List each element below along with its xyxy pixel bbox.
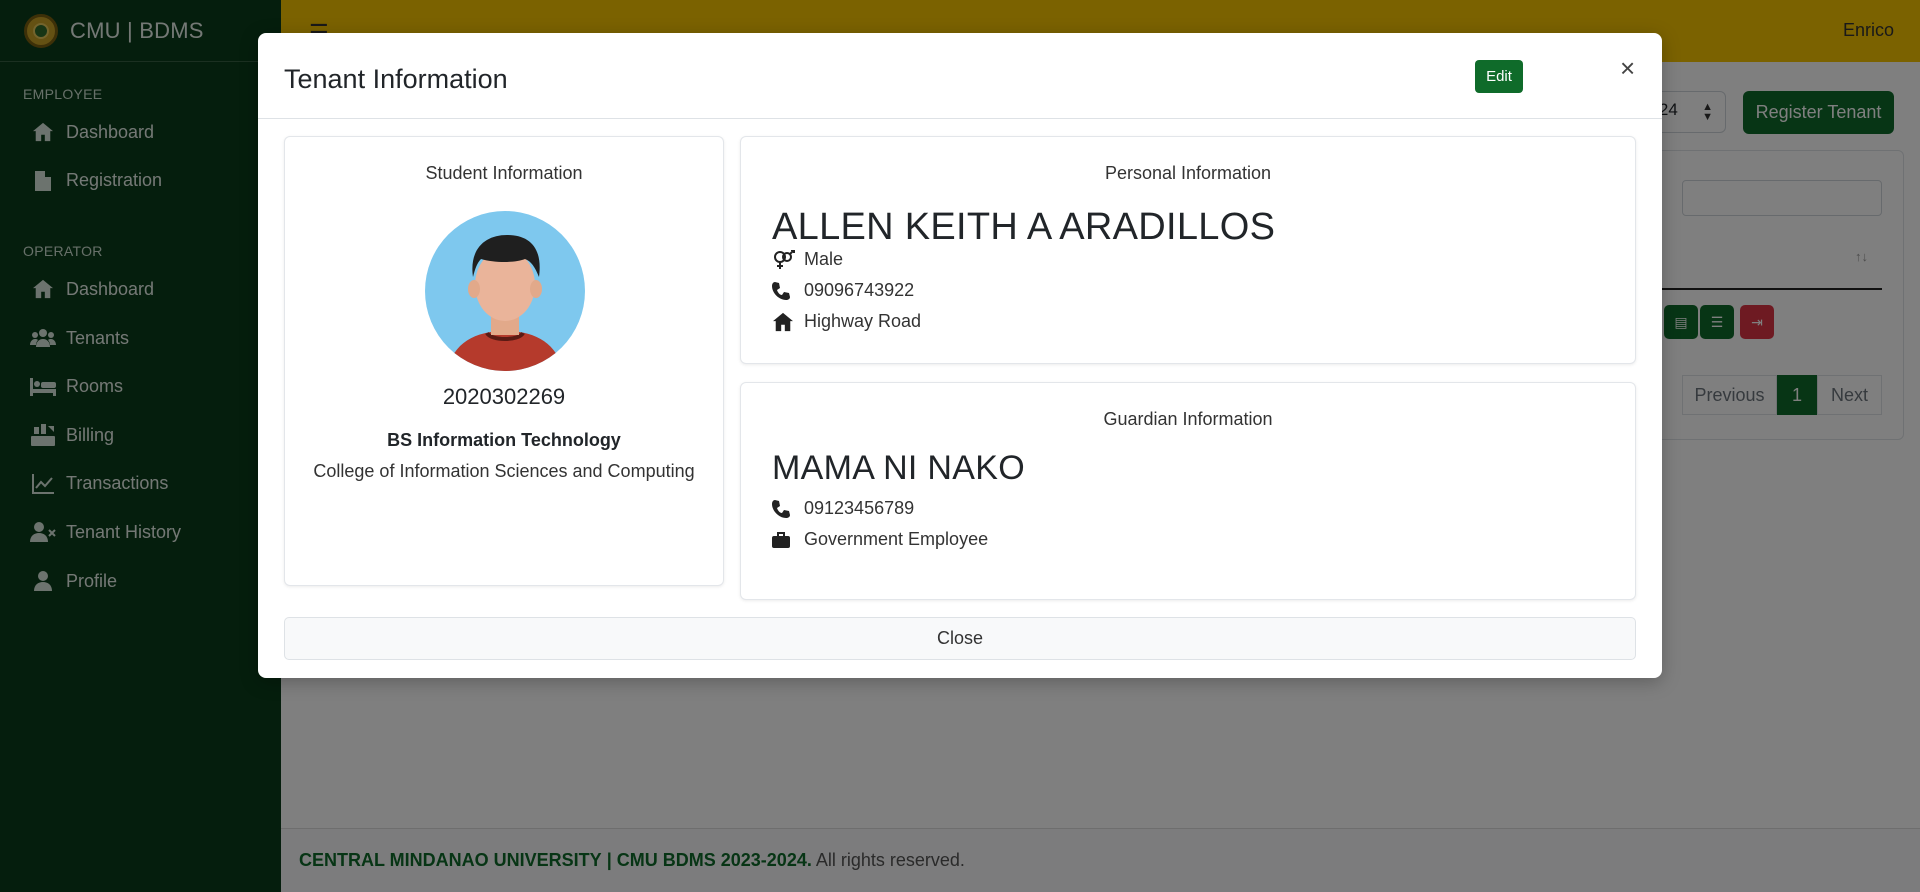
tenant-information-modal: Tenant Information Edit × Student Inform…	[258, 33, 1662, 678]
briefcase-icon	[772, 531, 796, 548]
student-information-card: Student Information 2020302269 BS Inform…	[284, 136, 724, 586]
gender-value: Male	[804, 249, 844, 269]
phone-icon	[772, 499, 796, 518]
gender-row: Male	[772, 249, 843, 270]
guardian-phone-value: 09123456789	[804, 498, 915, 518]
modal-title: Tenant Information	[284, 64, 508, 94]
student-college: College of Information Sciences and Comp…	[313, 461, 695, 481]
student-information-heading: Student Information	[425, 163, 583, 183]
phone-row: 09096743922	[772, 280, 914, 301]
guardian-phone-row: 09123456789	[772, 498, 914, 519]
personal-information-heading: Personal Information	[1104, 163, 1272, 183]
phone-value: 09096743922	[804, 280, 915, 300]
address-value: Highway Road	[804, 311, 922, 331]
guardian-information-heading: Guardian Information	[1103, 409, 1273, 429]
phone-icon	[772, 281, 796, 300]
guardian-name: MAMA NI NAKO	[772, 449, 1025, 487]
student-course: BS Information Technology	[387, 430, 621, 450]
edit-button[interactable]: Edit	[1475, 60, 1523, 93]
tenant-name: ALLEN KEITH A ARADILLOS	[772, 206, 1276, 248]
guardian-occupation-row: Government Employee	[772, 529, 988, 550]
guardian-information-card: Guardian Information MAMA NI NAKO 091234…	[740, 382, 1636, 600]
address-row: Highway Road	[772, 311, 921, 332]
avatar	[425, 211, 585, 371]
home-icon	[772, 312, 796, 332]
personal-information-card: Personal Information ALLEN KEITH A ARADI…	[740, 136, 1636, 364]
close-icon[interactable]: ×	[1620, 53, 1635, 84]
gender-icon	[772, 249, 796, 270]
close-button[interactable]: Close	[284, 617, 1636, 660]
student-id: 2020302269	[442, 384, 566, 409]
modal-header: Tenant Information Edit ×	[258, 33, 1662, 119]
guardian-occupation-value: Government Employee	[804, 529, 989, 549]
